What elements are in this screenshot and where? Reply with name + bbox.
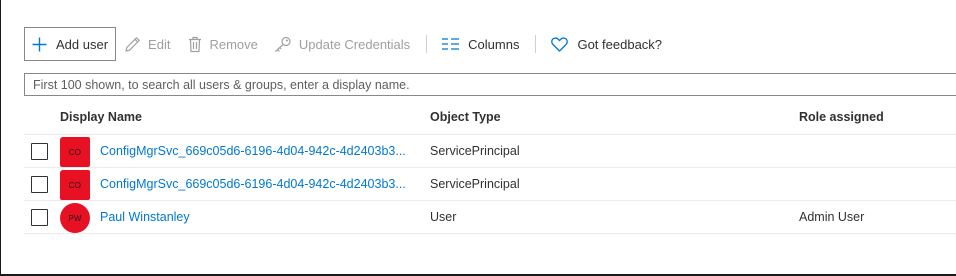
object-type: ServicePrincipal (430, 177, 520, 191)
avatar: CO (60, 170, 90, 200)
column-header-role-assigned[interactable]: Role assigned (799, 110, 884, 124)
table-row[interactable]: PW Paul Winstanley User Admin User (24, 201, 956, 234)
remove-label: Remove (209, 36, 258, 52)
object-type: User (430, 210, 457, 224)
row-checkbox[interactable] (31, 176, 48, 193)
toolbar-separator (426, 35, 428, 53)
edit-label: Edit (148, 36, 171, 52)
feedback-label: Got feedback? (577, 36, 663, 52)
plus-icon (32, 37, 47, 52)
table-row[interactable]: CO ConfigMgrSvc_669c05d6-6196-4d04-942c-… (24, 135, 956, 168)
edit-button[interactable]: Edit (124, 27, 170, 61)
search-input[interactable] (24, 73, 956, 96)
object-type: ServicePrincipal (430, 144, 520, 158)
columns-button[interactable]: Columns (442, 27, 519, 61)
avatar: PW (60, 203, 90, 233)
remove-button[interactable]: Remove (188, 27, 258, 61)
feedback-button[interactable]: Got feedback? (551, 27, 662, 61)
add-user-button[interactable]: Add user (24, 27, 117, 61)
heart-icon (551, 36, 569, 52)
columns-icon (442, 38, 460, 50)
command-bar: Add user Edit Remove Update Credentials … (24, 26, 662, 62)
edit-icon (124, 36, 141, 53)
role-assigned: Admin User (799, 210, 865, 224)
column-header-display-name[interactable]: Display Name (60, 110, 142, 124)
avatar: CO (60, 137, 90, 167)
key-icon (274, 36, 292, 53)
row-checkbox[interactable] (31, 209, 48, 226)
update-credentials-label: Update Credentials (298, 36, 411, 52)
columns-label: Columns (468, 36, 520, 52)
display-name-link[interactable]: ConfigMgrSvc_669c05d6-6196-4d04-942c-4d2… (100, 177, 406, 191)
add-user-label: Add user (56, 36, 109, 52)
window-left-edge (0, 0, 1, 276)
row-divider (24, 233, 956, 234)
display-name-link[interactable]: ConfigMgrSvc_669c05d6-6196-4d04-942c-4d2… (100, 144, 406, 158)
display-name-link[interactable]: Paul Winstanley (100, 210, 190, 224)
update-credentials-button[interactable]: Update Credentials (274, 27, 410, 61)
trash-icon (188, 36, 202, 53)
table-row[interactable]: CO ConfigMgrSvc_669c05d6-6196-4d04-942c-… (24, 168, 956, 201)
toolbar-separator (535, 35, 537, 53)
row-checkbox[interactable] (31, 143, 48, 160)
column-header-object-type[interactable]: Object Type (430, 110, 501, 124)
